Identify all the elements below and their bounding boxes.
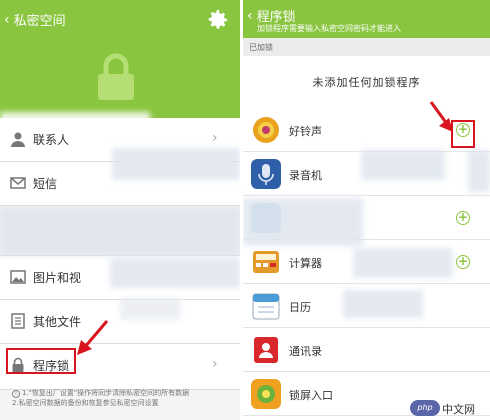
- red-arrow-icon: [429, 101, 453, 132]
- blurred-area: [120, 298, 180, 320]
- blurred-area: [110, 258, 240, 288]
- padlock-icon: [98, 53, 134, 100]
- app-row: 通讯录: [243, 328, 490, 372]
- blurred-area: [0, 208, 240, 256]
- add-lock-button[interactable]: +: [456, 255, 470, 269]
- microphone-app-icon: [251, 159, 281, 189]
- blurred-area: [468, 150, 490, 192]
- app-name: 好铃声: [289, 125, 322, 138]
- blurred-area: [243, 198, 363, 246]
- site-watermark: php 中文网: [410, 400, 486, 418]
- chevron-right-icon: ›: [212, 130, 218, 146]
- private-space-screen: ‹ 私密空间 联系人 › 短信 图片和视 其他文件 程序锁 › i 1."恢复出…: [0, 0, 240, 420]
- page-subtitle: 加锁程序需要输入私密空间密码才能进入: [257, 24, 401, 33]
- blurred-area: [112, 148, 240, 180]
- blurred-area: [353, 248, 453, 278]
- app-name: 计算器: [289, 257, 322, 270]
- empty-state-text: 未添加任何加锁程序: [243, 56, 490, 106]
- person-icon: [11, 132, 25, 147]
- app-name: 通讯录: [289, 345, 322, 358]
- file-icon: [11, 313, 25, 329]
- php-logo: php: [410, 400, 440, 416]
- menu-item-label: 图片和视: [33, 271, 82, 285]
- watermark-text: 中文网: [442, 403, 475, 416]
- ringtone-app-icon: [253, 117, 279, 143]
- info-icon: i: [12, 390, 20, 398]
- back-button[interactable]: ‹ 私密空间: [4, 10, 66, 30]
- app-name: 日历: [289, 301, 311, 314]
- back-arrow-icon: ‹: [4, 11, 10, 28]
- highlight-box: [6, 348, 76, 374]
- page-title: 私密空间: [13, 14, 66, 29]
- add-lock-button[interactable]: +: [456, 211, 470, 225]
- reset-warning-note: i 1."恢复出厂设置"操作将同步清除私密空间的所有数据 2.私密空间数据的备份和…: [12, 389, 190, 407]
- section-header-locked: 已加锁: [243, 38, 490, 56]
- app-lock-screen: ‹ 程序锁 加锁程序需要输入私密空间密码才能进入 已加锁 未添加任何加锁程序 好…: [243, 0, 490, 420]
- calendar-app-icon: [252, 293, 280, 320]
- image-icon: [10, 270, 26, 284]
- menu-item-label: 短信: [33, 177, 58, 191]
- app-lock-header: ‹ 程序锁 加锁程序需要输入私密空间密码才能进入: [243, 0, 490, 38]
- blurred-area: [361, 150, 445, 180]
- private-space-header: ‹ 私密空间: [0, 0, 240, 118]
- calculator-app-icon: [253, 251, 279, 273]
- back-arrow-icon: ‹: [247, 7, 253, 24]
- menu-item-label: 联系人: [33, 133, 70, 147]
- chevron-right-icon: ›: [212, 356, 218, 372]
- envelope-icon: [10, 177, 26, 189]
- lockscreen-app-icon: [251, 379, 281, 409]
- gear-icon[interactable]: [206, 8, 230, 32]
- red-arrow-icon: [77, 320, 109, 355]
- app-name: 锁屏入口: [289, 389, 333, 402]
- contacts-app-icon: [254, 337, 278, 363]
- app-name: 录音机: [289, 169, 322, 182]
- blurred-area: [343, 290, 423, 318]
